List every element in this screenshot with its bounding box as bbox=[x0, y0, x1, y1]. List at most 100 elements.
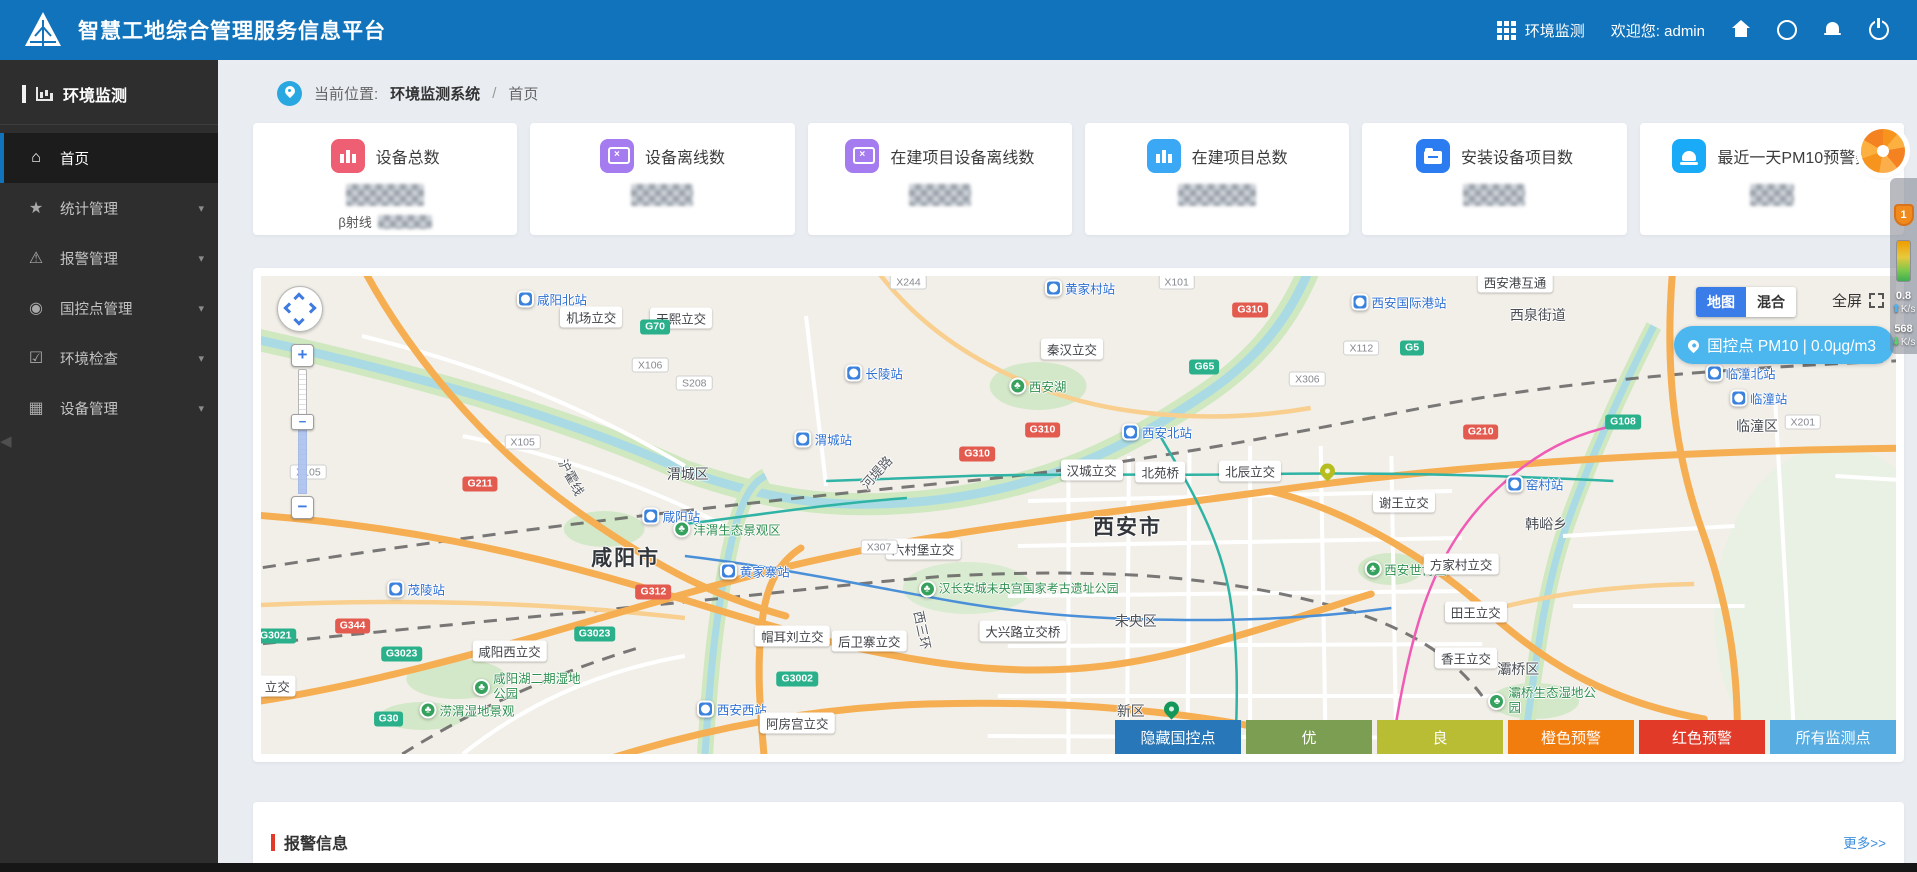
stat-card-title: 设备总数 bbox=[375, 150, 440, 167]
redacted-value bbox=[1178, 184, 1257, 206]
stat-card-title: 安装设备项目数 bbox=[1460, 150, 1573, 167]
stat-card: 设备总数 β射线 bbox=[253, 123, 518, 235]
home-icon[interactable] bbox=[1731, 20, 1751, 40]
map-canvas[interactable]: 咸阳北站 黄家村站 西安国际港站 长陵站 渭城站 西安北站 咸阳站 茂陵站 黄家… bbox=[261, 276, 1896, 754]
pan-up-icon[interactable] bbox=[293, 292, 305, 304]
legend-button[interactable]: 红色预警 bbox=[1639, 720, 1765, 754]
fullscreen-button[interactable]: 全屏 bbox=[1832, 290, 1884, 311]
stat-card-value bbox=[908, 183, 971, 207]
network-speed-widget[interactable]: 1 0.8 ⬆K/s 568 ⬇K/s bbox=[1890, 178, 1917, 354]
grid-icon bbox=[1496, 20, 1516, 40]
breadcrumb-system[interactable]: 环境监测系统 bbox=[390, 83, 480, 104]
bottom-edge-strip bbox=[0, 863, 1917, 872]
legend-button[interactable]: 橙色预警 bbox=[1508, 720, 1634, 754]
stat-card-icon bbox=[845, 139, 880, 173]
pm10-status-text: 国控点 PM10 | 0.0μg/m3 bbox=[1707, 338, 1876, 355]
breadcrumb-page[interactable]: 首页 bbox=[508, 83, 538, 104]
sidebar-item-label: 国控点管理 bbox=[60, 301, 133, 318]
zoom-in-button[interactable]: + bbox=[291, 344, 314, 367]
notification-bell-icon[interactable] bbox=[1823, 20, 1843, 40]
redacted-value bbox=[1463, 184, 1526, 206]
shield-badge: 1 bbox=[1893, 204, 1914, 226]
redacted-sub-value bbox=[377, 214, 432, 229]
stat-card-icon bbox=[1672, 139, 1707, 173]
legend-button-label: 红色预警 bbox=[1671, 729, 1732, 747]
stat-card-title: 在建项目设备离线数 bbox=[890, 150, 1035, 167]
sidebar-collapse-arrow-icon[interactable]: ◀ bbox=[0, 432, 12, 450]
stat-card-icon bbox=[1415, 139, 1450, 173]
app-logo-icon bbox=[25, 12, 61, 46]
chevron-down-icon: ▾ bbox=[198, 202, 204, 215]
legend-button-label: 隐藏国控点 bbox=[1140, 729, 1216, 747]
help-icon[interactable] bbox=[1777, 20, 1797, 40]
sidebar-nav: 首页 统计管理 ▾ 报警管理 ▾ 国控点管理 ▾ 环境检查 bbox=[0, 125, 218, 433]
red-accent-bar bbox=[271, 833, 275, 851]
zoom-slider-handle[interactable]: − bbox=[291, 414, 314, 430]
pm10-status-pill[interactable]: 国控点 PM10 | 0.0μg/m3 bbox=[1674, 326, 1894, 364]
chevron-down-icon: ▾ bbox=[198, 402, 204, 415]
zoom-out-button[interactable]: − bbox=[291, 496, 314, 519]
sidebar-header: 环境监测 bbox=[0, 60, 218, 125]
redacted-value bbox=[346, 184, 425, 206]
map-legend: 隐藏国控点 优 良 橙色预警 红色预警 所有监测点 bbox=[1115, 720, 1896, 754]
sidebar-item[interactable]: 首页 bbox=[0, 133, 218, 183]
stat-card-value bbox=[1749, 183, 1794, 207]
alarm-info-panel: 报警信息 更多>> bbox=[253, 802, 1904, 872]
legend-button[interactable]: 优 bbox=[1246, 720, 1372, 754]
legend-button[interactable]: 良 bbox=[1377, 720, 1503, 754]
legend-button[interactable]: 所有监测点 bbox=[1770, 720, 1896, 754]
stat-card: 设备离线数 bbox=[530, 123, 795, 235]
stat-card-value bbox=[346, 183, 425, 207]
sidebar-item-icon bbox=[26, 248, 46, 268]
stat-card: 在建项目设备离线数 bbox=[807, 123, 1072, 235]
stat-card-value bbox=[1178, 183, 1257, 207]
map-type-toggle: 地图 混合 bbox=[1696, 287, 1796, 317]
gradient-meter-bar bbox=[1896, 240, 1911, 282]
sidebar-item[interactable]: 环境检查 ▾ bbox=[0, 333, 218, 383]
sidebar-item-label: 设备管理 bbox=[60, 401, 118, 418]
bar-chart-icon bbox=[36, 87, 53, 101]
stat-card-icon bbox=[599, 139, 634, 173]
map-type-hybrid-button[interactable]: 混合 bbox=[1746, 287, 1796, 317]
logout-power-icon[interactable] bbox=[1869, 18, 1889, 40]
accent-bar bbox=[22, 85, 26, 103]
app-title: 智慧工地综合管理服务信息平台 bbox=[78, 20, 386, 43]
extension-spinner-icon[interactable] bbox=[1861, 129, 1905, 173]
legend-button[interactable]: 隐藏国控点 bbox=[1115, 720, 1241, 754]
sidebar-item-label: 统计管理 bbox=[60, 201, 118, 218]
more-link[interactable]: 更多>> bbox=[1843, 832, 1886, 852]
map-pan-compass[interactable] bbox=[277, 286, 323, 332]
sidebar-item-label: 环境检查 bbox=[60, 351, 118, 368]
map-card: 咸阳北站 黄家村站 西安国际港站 长陵站 渭城站 西安北站 咸阳站 茂陵站 黄家… bbox=[253, 268, 1904, 762]
stat-card: 在建项目总数 bbox=[1084, 123, 1350, 235]
pan-left-icon[interactable] bbox=[283, 302, 295, 314]
stat-card-icon bbox=[1146, 139, 1181, 173]
sidebar-item[interactable]: 统计管理 ▾ bbox=[0, 183, 218, 233]
download-speed-unit: K/s bbox=[1900, 336, 1916, 348]
down-arrow-icon: ⬇ bbox=[1891, 335, 1901, 348]
stat-cards-row: 设备总数 β射线 设备离线数 bbox=[253, 123, 1904, 235]
redacted-value bbox=[631, 184, 694, 206]
stat-card-title: 最近一天PM10预警数 bbox=[1717, 150, 1872, 167]
breadcrumb: 当前位置: 环境监测系统 / 首页 bbox=[253, 74, 1904, 112]
module-label: 环境监测 bbox=[1524, 22, 1585, 40]
upload-speed: 0.8 ⬆K/s bbox=[1892, 290, 1916, 315]
sidebar-item[interactable]: 报警管理 ▾ bbox=[0, 233, 218, 283]
welcome-text: 欢迎您: admin bbox=[1610, 22, 1705, 40]
stat-card-title: 在建项目总数 bbox=[1191, 150, 1288, 167]
download-speed: 568 ⬇K/s bbox=[1892, 323, 1916, 348]
module-switcher[interactable]: 环境监测 bbox=[1496, 20, 1585, 41]
stat-card-icon bbox=[330, 139, 365, 173]
sidebar-item[interactable]: 国控点管理 ▾ bbox=[0, 283, 218, 333]
pan-down-icon[interactable] bbox=[293, 314, 305, 326]
pan-right-icon[interactable] bbox=[305, 302, 317, 314]
redacted-value bbox=[1749, 184, 1794, 206]
map-type-map-button[interactable]: 地图 bbox=[1696, 287, 1746, 317]
breadcrumb-separator: / bbox=[492, 84, 497, 102]
sidebar: 环境监测 首页 统计管理 ▾ 报警管理 ▾ 国控点管理 ▾ bbox=[0, 60, 218, 872]
chevron-down-icon: ▾ bbox=[198, 252, 204, 265]
sidebar-item[interactable]: 设备管理 ▾ bbox=[0, 383, 218, 433]
legend-button-label: 良 bbox=[1432, 729, 1448, 747]
alarm-panel-title: 报警信息 bbox=[284, 836, 349, 853]
chevron-down-icon: ▾ bbox=[198, 302, 204, 315]
